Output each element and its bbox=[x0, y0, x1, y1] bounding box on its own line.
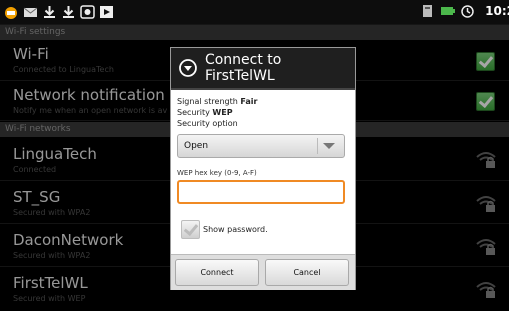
connect-dialog: Connect to FirstTelWL Signal strength Fa… bbox=[170, 47, 356, 290]
show-password-row[interactable]: Show password. bbox=[181, 220, 268, 239]
dialog-title: Connect to FirstTelWL bbox=[204, 52, 282, 84]
system-icons bbox=[420, 4, 475, 18]
connect-button[interactable]: Connect bbox=[175, 259, 259, 286]
signal-strength-value: Fair bbox=[240, 97, 258, 106]
dropdown-arrow-icon bbox=[317, 138, 340, 154]
signal-icon bbox=[423, 5, 432, 17]
email-icon bbox=[23, 7, 38, 17]
chevron-down-circle-icon bbox=[179, 59, 197, 77]
cancel-button[interactable]: Cancel bbox=[265, 259, 349, 286]
android-icon bbox=[80, 5, 95, 19]
media-icon bbox=[100, 6, 113, 18]
battery-icon bbox=[441, 7, 455, 15]
security-label: Security bbox=[177, 108, 210, 117]
show-password-checkbox[interactable] bbox=[181, 220, 200, 239]
usb-debug-icon bbox=[5, 7, 17, 19]
dialog-title-bar: Connect to FirstTelWL bbox=[171, 48, 355, 90]
show-password-label: Show password. bbox=[203, 225, 268, 234]
clock: 10:2 bbox=[485, 4, 509, 18]
security-option-label: Security option bbox=[177, 119, 238, 128]
wep-key-input[interactable] bbox=[177, 180, 345, 204]
signal-strength-label: Signal strength bbox=[177, 97, 238, 106]
wep-key-label: WEP hex key (0-9, A-F) bbox=[177, 169, 257, 177]
status-bar: 10:2 bbox=[0, 0, 509, 25]
dialog-button-bar: Connect Cancel bbox=[171, 254, 355, 290]
download-icon bbox=[63, 6, 74, 18]
dialog-body: Signal strength Fair Security WEP Securi… bbox=[177, 96, 349, 239]
download-icon bbox=[44, 6, 55, 18]
security-option-dropdown[interactable]: Open bbox=[177, 134, 345, 158]
alarm-icon bbox=[461, 5, 474, 18]
security-option-value: Open bbox=[184, 141, 209, 151]
security-line: Security WEP bbox=[177, 107, 349, 118]
notification-icons bbox=[4, 4, 114, 20]
signal-strength-line: Signal strength Fair bbox=[177, 96, 349, 107]
security-value: WEP bbox=[212, 108, 233, 117]
